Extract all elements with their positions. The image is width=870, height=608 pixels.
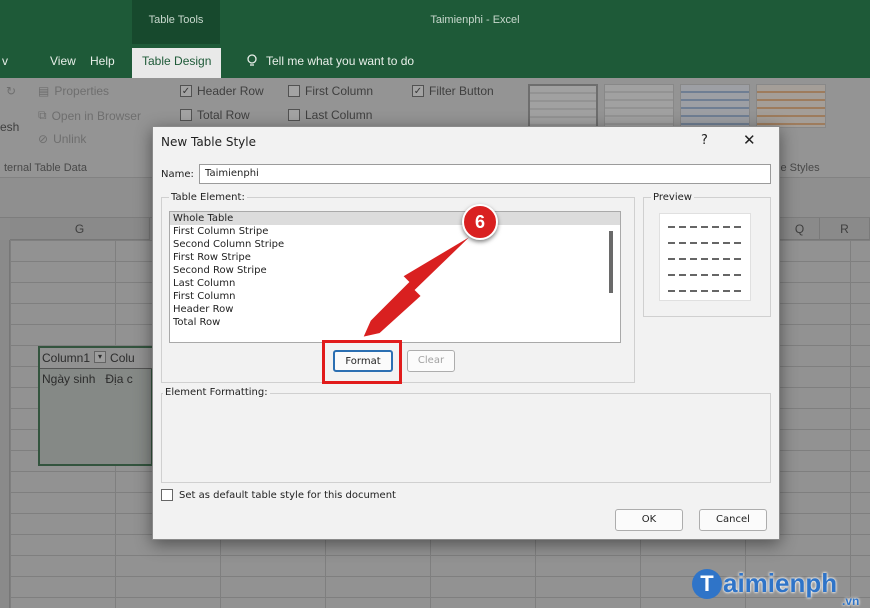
- logo-initial: T: [692, 568, 722, 599]
- pointer-arrow-icon: [360, 231, 477, 340]
- logo-text: aimienph: [723, 568, 838, 598]
- taimienphi-logo: T aimienph .vn: [692, 568, 859, 608]
- step-badge: 6: [462, 204, 498, 240]
- logo-tld: .vn: [842, 594, 860, 608]
